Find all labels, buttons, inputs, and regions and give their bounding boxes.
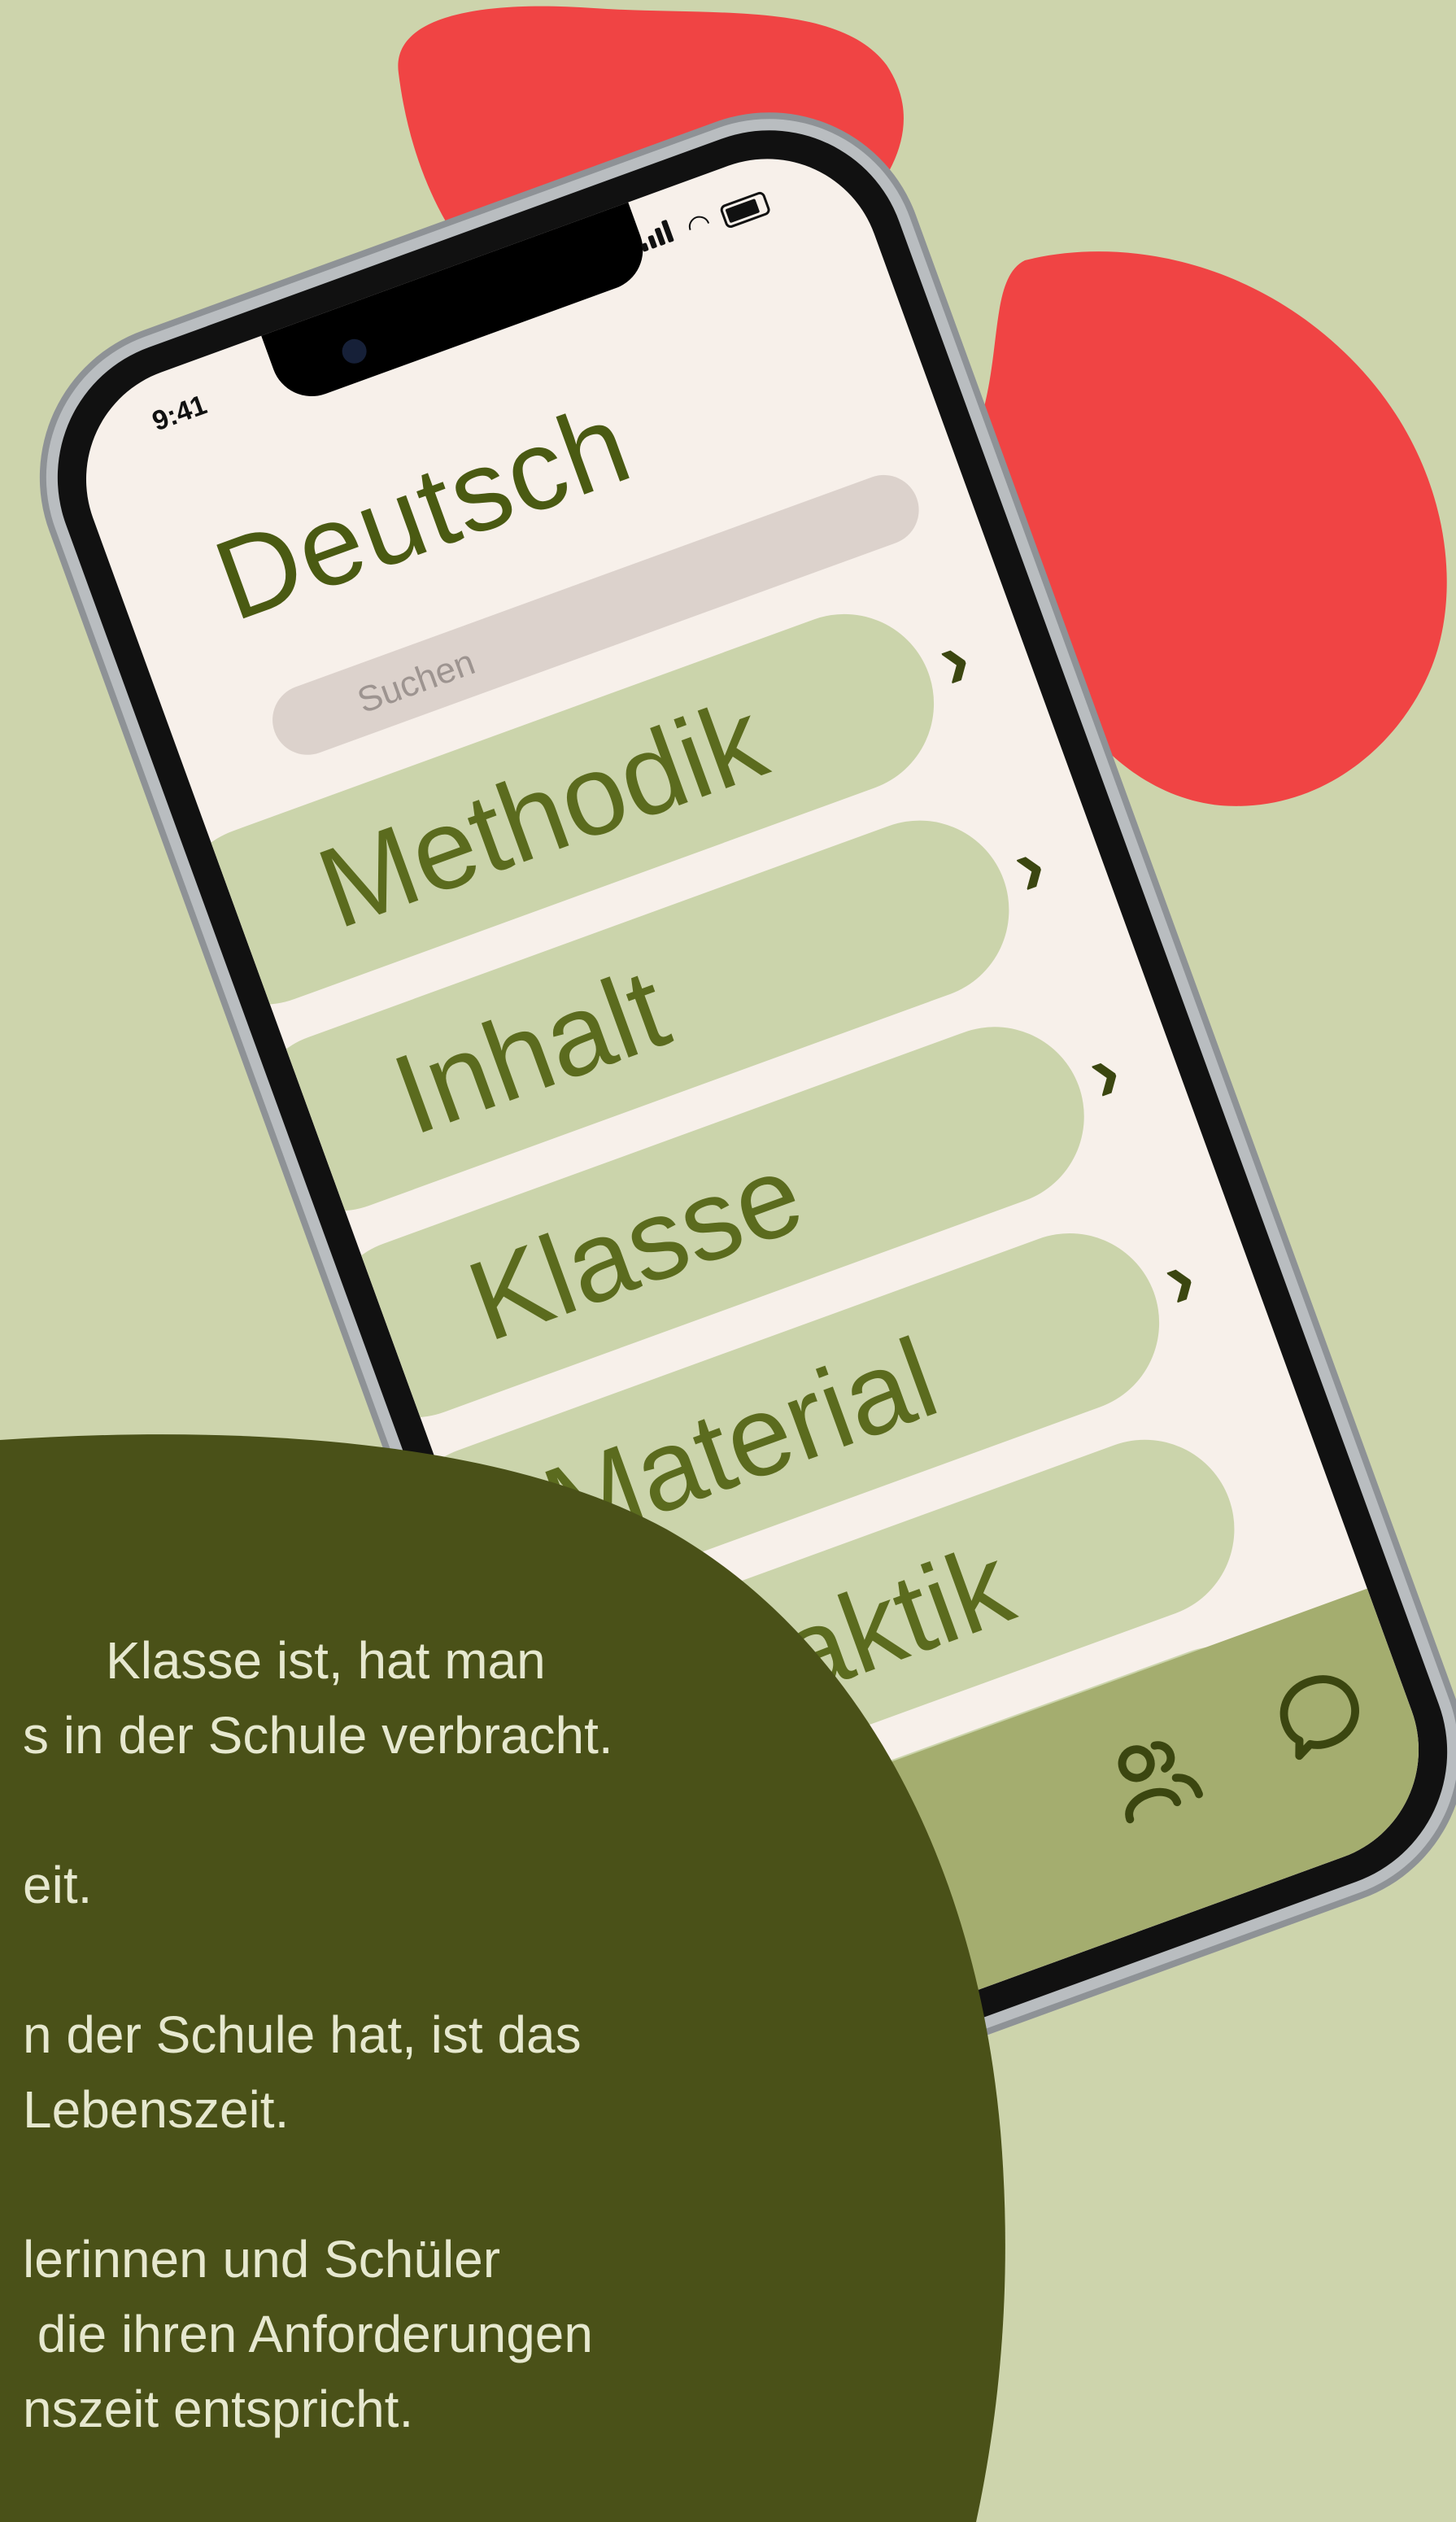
- panel-line: s in der Schule verbracht.: [23, 1706, 613, 1765]
- panel-line: eit.: [23, 1856, 93, 1914]
- panel-line: Klasse ist, hat man: [106, 1631, 546, 1690]
- chat-icon[interactable]: [1263, 1656, 1378, 1771]
- chevron-right-icon: ›: [1151, 1231, 1208, 1326]
- chevron-right-icon: ›: [1075, 1024, 1133, 1120]
- status-time: 9:41: [148, 389, 211, 438]
- wifi-icon: ◠: [682, 206, 716, 244]
- panel-line: die ihren Anforderungen: [23, 2305, 593, 2363]
- status-icons: ◠: [635, 183, 772, 259]
- search-placeholder: Suchen: [352, 642, 481, 722]
- chevron-right-icon: ›: [926, 612, 983, 707]
- battery-icon: [718, 190, 772, 229]
- signal-icon: [635, 216, 680, 259]
- panel-line: n der Schule hat, ist das: [23, 2005, 582, 2064]
- text-panel: Klasse ist, hat man s in der Schule verb…: [0, 1432, 1009, 2522]
- users-icon[interactable]: [1095, 1717, 1210, 1832]
- chevron-right-icon: ›: [1000, 818, 1058, 914]
- panel-line: nszeit entspricht.: [23, 2380, 414, 2438]
- panel-line: Lebenszeit.: [23, 2080, 290, 2139]
- panel-line: lerinnen und Schüler: [23, 2230, 501, 2289]
